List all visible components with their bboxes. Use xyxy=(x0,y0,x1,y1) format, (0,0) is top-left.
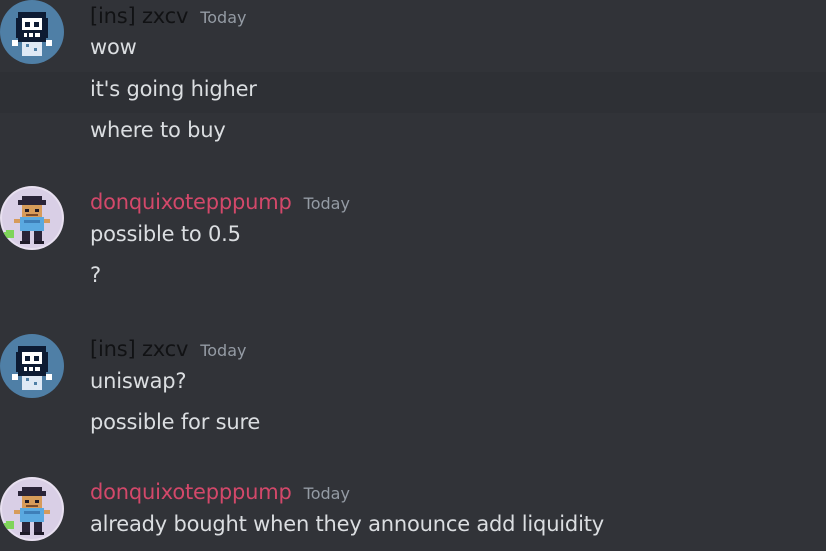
message-line[interactable]: possible for sure xyxy=(0,405,826,446)
message-text: uniswap? xyxy=(90,369,187,393)
message-group: [ins] zxcv Today wow it's going higher w… xyxy=(0,0,826,160)
message-header: [ins] zxcv Today xyxy=(90,337,246,367)
username[interactable]: donquixotepppump xyxy=(90,480,292,504)
message-header: donquixotepppump Today xyxy=(90,190,350,220)
username[interactable]: donquixotepppump xyxy=(90,190,292,214)
message-line[interactable]: possible to 0.5 xyxy=(0,217,826,258)
message-text: possible to 0.5 xyxy=(90,222,241,246)
username[interactable]: [ins] zxcv xyxy=(90,4,188,28)
message-text: already bought when they announce add li… xyxy=(90,512,604,536)
message-line[interactable]: wow xyxy=(0,30,826,71)
message-text: wow xyxy=(90,35,137,59)
message-line[interactable]: it's going higher xyxy=(0,72,826,113)
message-line[interactable]: uniswap? xyxy=(0,364,826,405)
message-line[interactable]: where to buy xyxy=(0,113,826,154)
message-text: ? xyxy=(90,263,101,287)
message-line[interactable]: already bought when they announce add li… xyxy=(0,507,826,548)
message-group: [ins] zxcv Today uniswap? possible for s… xyxy=(0,334,826,454)
message-text: possible for sure xyxy=(90,410,261,434)
message-timestamp: Today xyxy=(303,484,350,503)
message-header: donquixotepppump Today xyxy=(90,480,350,510)
message-timestamp: Today xyxy=(200,8,247,27)
message-timestamp: Today xyxy=(200,341,247,360)
username[interactable]: [ins] zxcv xyxy=(90,337,188,361)
message-line[interactable]: ? xyxy=(0,258,826,299)
message-group: donquixotepppump Today possible to 0.5 ? xyxy=(0,186,826,306)
message-text: it's going higher xyxy=(90,77,257,101)
message-group: donquixotepppump Today already bought wh… xyxy=(0,477,826,551)
message-timestamp: Today xyxy=(303,194,350,213)
message-text: where to buy xyxy=(90,118,226,142)
